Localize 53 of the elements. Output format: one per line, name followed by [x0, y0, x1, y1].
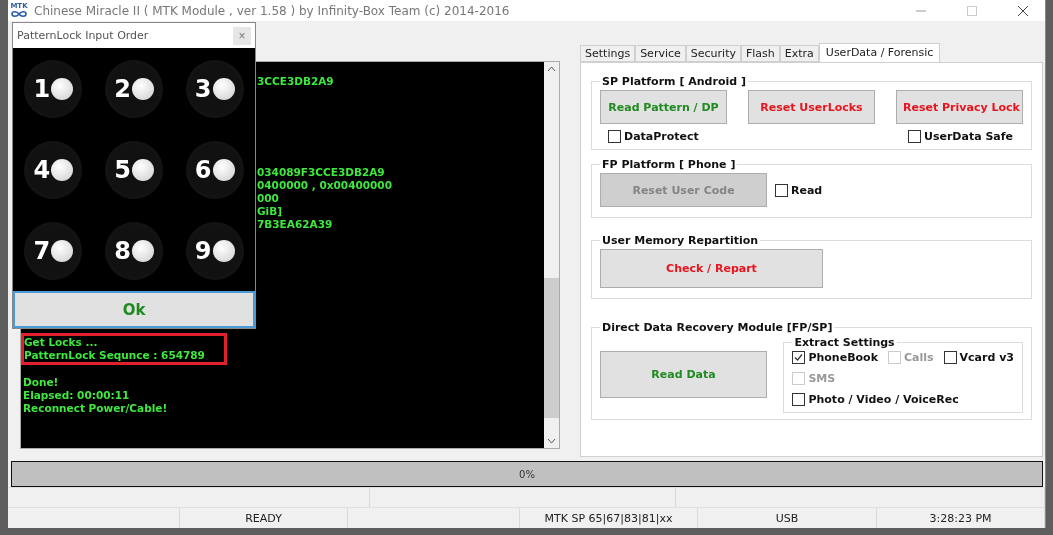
tab[interactable]: Security	[685, 45, 741, 63]
maximize-icon[interactable]	[966, 5, 977, 16]
group-title: Extract Settings	[793, 336, 896, 350]
pattern-dot[interactable]: 4	[24, 140, 83, 199]
checkbox[interactable]: Photo / Video / VoiceRec	[792, 393, 1014, 407]
progress-reading: 0%	[519, 468, 535, 480]
log-line: 7B3EA62A39	[257, 218, 333, 231]
pattern-dot[interactable]: 7	[24, 221, 83, 280]
checkbox[interactable]: DataProtect	[608, 130, 699, 144]
group-title: SP Platform [ Android ]	[601, 75, 747, 89]
close-icon[interactable]	[1017, 5, 1028, 16]
status-text: READY	[180, 508, 348, 528]
status-text: MTK SP 65|67|83|81|xx	[520, 508, 698, 528]
check-icon	[794, 353, 804, 363]
scrollbar[interactable]	[544, 62, 559, 449]
log-line: 0400000 , 0x00400000	[257, 179, 392, 192]
log-line: Done!	[23, 376, 59, 389]
scroll-thumb[interactable]	[544, 278, 559, 419]
log-line: 3CCE3DB2A9	[257, 75, 334, 88]
pattern-dot[interactable]: 1	[24, 59, 83, 118]
checkbox[interactable]: Read	[775, 184, 823, 197]
tab[interactable]: Extra	[779, 45, 819, 63]
log-line: GiB]	[257, 205, 283, 218]
tab[interactable]: Settings	[580, 45, 636, 63]
log-line: 000	[257, 192, 279, 205]
group-title: User Memory Repartition	[601, 234, 760, 248]
status-text: USB	[698, 508, 877, 528]
action-button[interactable]: Check / Repart	[600, 249, 823, 289]
dialog-title: PatternLock Input Order	[17, 29, 149, 42]
pattern-dot[interactable]: 2	[105, 59, 163, 118]
log-line: Reconnect Power/Cable!	[23, 402, 168, 415]
window-title: Chinese Miracle II ( MTK Module , ver 1.58 ) by Infinity-Box Team (c) 2014-2016	[34, 3, 511, 18]
pattern-dot[interactable]: 3	[185, 59, 244, 118]
group-title: FP Platform [ Phone ]	[601, 158, 737, 172]
tab[interactable]: Service	[635, 45, 686, 63]
pattern-dot[interactable]: 8	[105, 221, 163, 280]
log-line: PatternLock Sequnce : 654789	[24, 349, 205, 362]
log-line: Elapsed: 00:00:11	[23, 389, 130, 402]
status-text: 3:28:23 PM	[877, 508, 1045, 528]
action-button[interactable]: Reset Privacy Lock	[896, 90, 1023, 125]
checkbox[interactable]: UserData Safe	[907, 130, 1013, 144]
pattern-dot[interactable]: 5	[105, 140, 163, 199]
tab[interactable]: UserData / Forensic	[818, 43, 941, 63]
pattern-dot[interactable]: 9	[185, 221, 244, 280]
tab[interactable]: Flash	[740, 45, 780, 63]
log-line: 034089F3CCE3DB2A9	[257, 166, 385, 179]
group-title: Direct Data Recovery Module [FP/SP]	[601, 321, 834, 335]
checkbox[interactable]: Vcard v3	[943, 351, 1014, 365]
pattern-dot[interactable]: 6	[185, 140, 244, 199]
action-button[interactable]: Reset UserLocks	[748, 90, 875, 125]
close-button[interactable]: ×	[233, 26, 251, 45]
log-line: Get Locks ...	[24, 336, 98, 349]
checkbox[interactable]: PhoneBook	[792, 351, 878, 365]
